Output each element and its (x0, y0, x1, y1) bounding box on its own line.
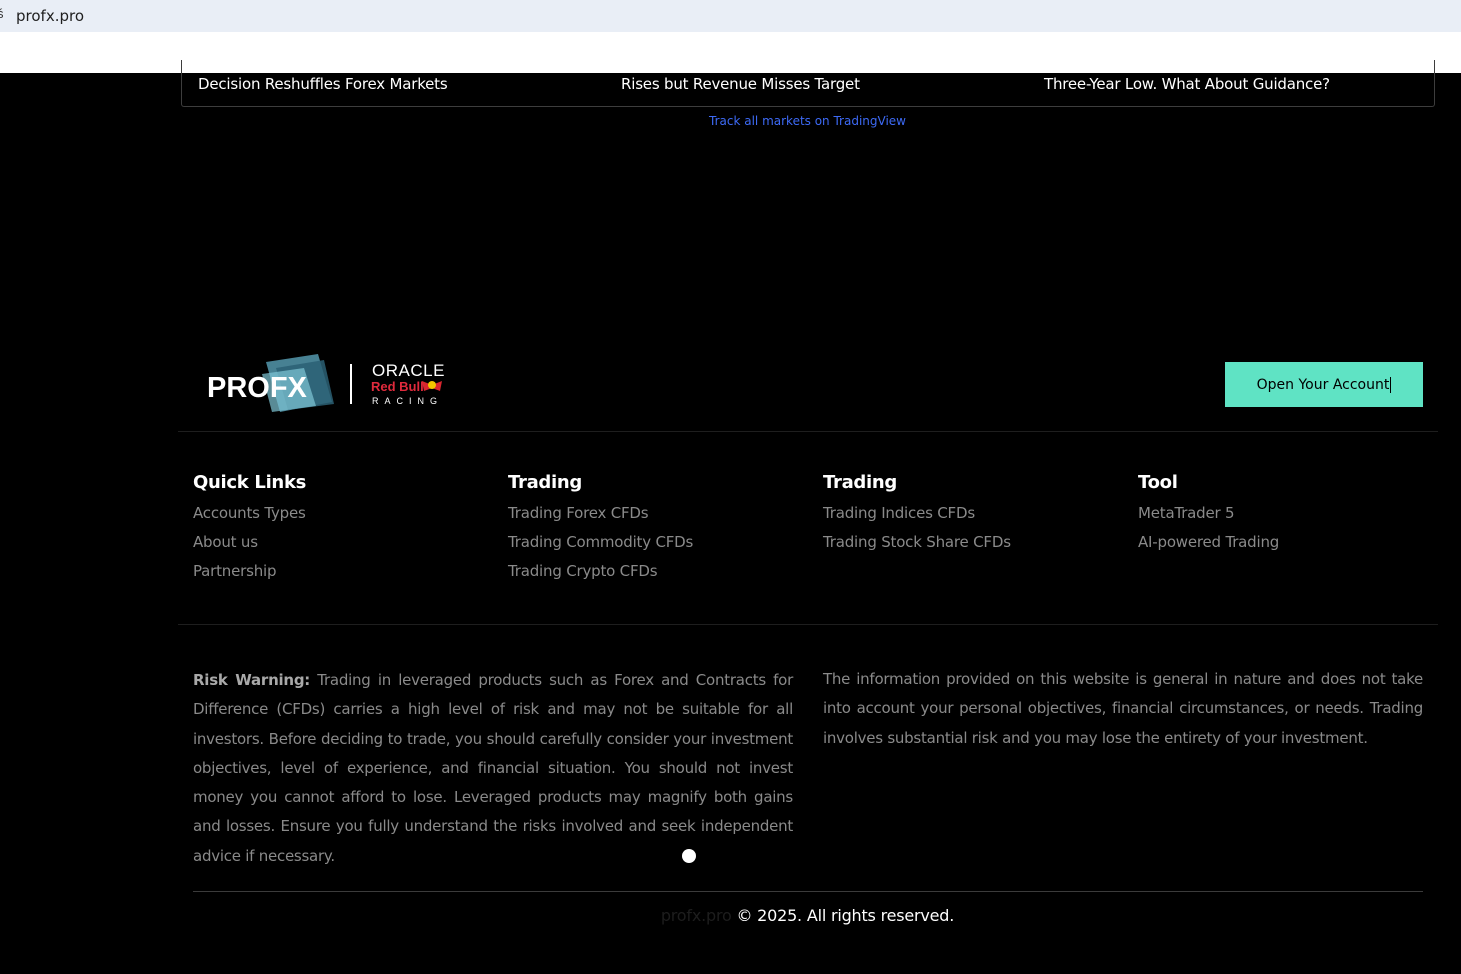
footer-link-stock-share-cfds[interactable]: Trading Stock Share CFDs (823, 528, 1011, 557)
column-heading: Trading (823, 472, 897, 493)
footer-link-indices-cfds[interactable]: Trading Indices CFDs (823, 499, 1011, 528)
profx-redbull-logo[interactable]: PROFX ORACLE Red Bull RACING (206, 354, 466, 416)
url-text[interactable]: profx.pro (16, 7, 84, 25)
browser-address-bar[interactable]: ś profx.pro (0, 0, 1461, 32)
copyright-site: profx.pro (660, 906, 732, 925)
logo-graphic: PROFX ORACLE Red Bull RACING (207, 354, 445, 412)
footer-link-metatrader-5[interactable]: MetaTrader 5 (1138, 499, 1279, 528)
info-disclaimer: The information provided on this website… (823, 670, 1423, 747)
tab-edge-glyph: ś (0, 6, 4, 21)
news-item[interactable]: Three-Year Low. What About Guidance? (1044, 75, 1330, 93)
footer-column-trading-2: Trading Trading Indices CFDs Trading Sto… (823, 472, 1011, 557)
footer-link-forex-cfds[interactable]: Trading Forex CFDs (508, 499, 693, 528)
tradingview-link: Track all markets on TradingView (0, 114, 1461, 128)
copyright: profx.pro © 2025. All rights reserved. (0, 906, 1461, 925)
column-heading: Quick Links (193, 472, 307, 493)
open-account-button[interactable]: Open Your Account (1225, 362, 1423, 407)
footer-link-crypto-cfds[interactable]: Trading Crypto CFDs (508, 557, 693, 586)
tradingview-link-text[interactable]: Track all markets on TradingView (709, 114, 906, 128)
open-account-label: Open Your Account (1256, 376, 1390, 393)
logo-partner-line2: Red Bull (371, 379, 424, 394)
news-item[interactable]: Decision Reshuffles Forex Markets (198, 75, 448, 93)
risk-warning-label: Risk Warning: (193, 671, 311, 689)
risk-warning: Risk Warning: Trading in leveraged produ… (193, 666, 793, 871)
footer-link-commodity-cfds[interactable]: Trading Commodity CFDs (508, 528, 693, 557)
divider (178, 624, 1438, 625)
news-ticker: Decision Reshuffles Forex Markets Rises … (181, 60, 1435, 107)
footer-link-partnership[interactable]: Partnership (193, 557, 306, 586)
pagination-dot[interactable] (682, 849, 696, 863)
news-item[interactable]: Rises but Revenue Misses Target (621, 75, 860, 93)
logo-partner-line3: RACING (372, 396, 443, 406)
risk-warning-text: Trading in leveraged products such as Fo… (193, 671, 793, 865)
logo-brand-text: PROFX (207, 372, 308, 404)
divider (178, 431, 1438, 432)
logo-partner-line1: ORACLE (372, 361, 445, 380)
bottom-divider (193, 891, 1423, 892)
footer-column-quick-links: Quick Links Accounts Types About us Part… (193, 472, 306, 586)
footer-link-ai-trading[interactable]: AI-powered Trading (1138, 528, 1279, 557)
column-heading: Tool (1138, 472, 1178, 493)
footer-column-trading: Trading Trading Forex CFDs Trading Commo… (508, 472, 693, 586)
column-heading: Trading (508, 472, 582, 493)
text-caret (1390, 376, 1392, 393)
footer-link-about-us[interactable]: About us (193, 528, 306, 557)
footer-column-tool: Tool MetaTrader 5 AI-powered Trading (1138, 472, 1279, 557)
footer-link-accounts-types[interactable]: Accounts Types (193, 499, 306, 528)
copyright-text: © 2025. All rights reserved. (731, 906, 955, 925)
